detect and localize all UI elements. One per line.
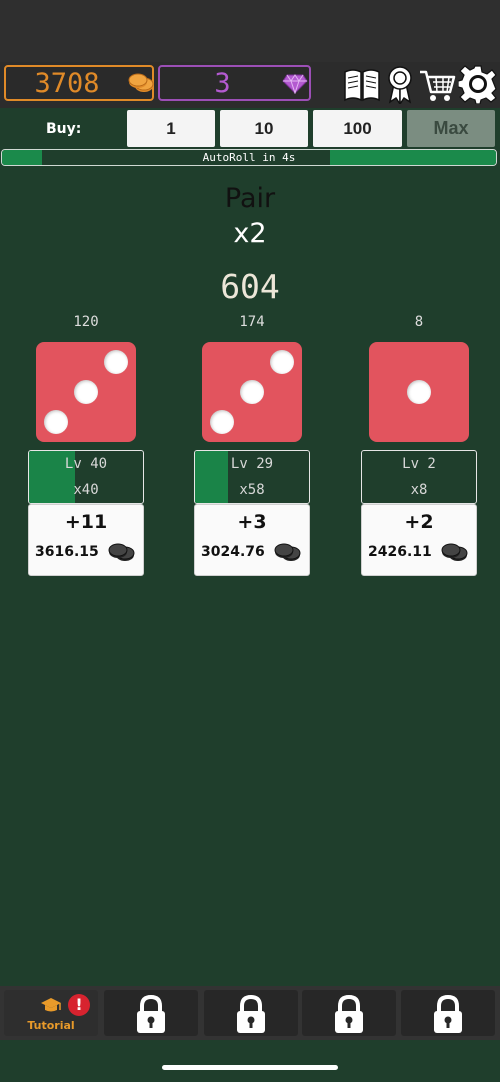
upgrade-amount: +11 <box>64 511 108 533</box>
tab-tutorial-label: Tutorial <box>27 1019 75 1032</box>
die-pip <box>270 350 294 374</box>
die-level: Lv 2 <box>402 456 436 472</box>
buy-100-button[interactable]: 100 <box>313 110 402 147</box>
alert-badge: ! <box>68 994 90 1016</box>
die-pip <box>74 380 98 404</box>
hand-name: Pair <box>224 183 276 214</box>
buy-label: Buy: <box>46 121 82 137</box>
die-value: 8 <box>414 314 424 330</box>
coin-counter: 3708 <box>4 65 154 101</box>
upgrade-button[interactable]: +11 3616.15 <box>28 504 144 576</box>
book-icon[interactable] <box>343 64 381 104</box>
lock-icon <box>335 994 363 1033</box>
upgrade-amount: +3 <box>237 511 267 533</box>
upgrade-amount: +2 <box>404 511 434 533</box>
roll-total: 604 <box>220 267 280 306</box>
shopping-cart-icon[interactable] <box>418 64 456 104</box>
hand-multiplier: x2 <box>233 218 267 249</box>
home-indicator[interactable] <box>162 1065 338 1070</box>
coins-icon <box>128 73 154 92</box>
upgrade-cost: 3616.15 <box>35 544 99 560</box>
home-indicator-area <box>0 1040 500 1082</box>
die-face-three[interactable] <box>36 342 136 442</box>
lock-icon <box>137 994 165 1033</box>
gem-count: 3 <box>214 68 231 99</box>
die-level: Lv 29 <box>230 456 274 472</box>
die-level: Lv 40 <box>64 456 108 472</box>
graduation-cap-icon <box>41 998 61 1012</box>
gem-counter: 3 <box>158 65 311 101</box>
die-pip <box>44 410 68 434</box>
gear-icon[interactable] <box>458 64 498 104</box>
upgrade-cost: 2426.11 <box>368 544 432 560</box>
tab-locked-1[interactable] <box>104 990 198 1036</box>
die-level-box: Lv 29 x58 <box>194 450 310 504</box>
status-bar <box>0 0 500 62</box>
ribbon-award-icon[interactable] <box>386 64 414 104</box>
die-pip <box>240 380 264 404</box>
die-value: 174 <box>239 314 265 330</box>
die-face-one[interactable] <box>369 342 469 442</box>
die-multiplier: x40 <box>73 482 99 498</box>
coins-icon <box>108 543 135 561</box>
lock-icon <box>237 994 265 1033</box>
die-pip <box>104 350 128 374</box>
die-multiplier: x58 <box>239 482 265 498</box>
die-level-box: Lv 40 x40 <box>28 450 144 504</box>
autoroll-label: AutoRoll in 4s <box>202 151 296 164</box>
die-pip <box>210 410 234 434</box>
coins-icon <box>274 543 301 561</box>
coin-count: 3708 <box>34 68 100 99</box>
buy-1-button[interactable]: 1 <box>127 110 215 147</box>
die-level-box: Lv 2 x8 <box>361 450 477 504</box>
tab-locked-4[interactable] <box>401 990 495 1036</box>
die-face-three[interactable] <box>202 342 302 442</box>
autoroll-progress-bar: AutoRoll in 4s <box>1 149 497 166</box>
tab-locked-3[interactable] <box>302 990 396 1036</box>
tab-tutorial[interactable]: Tutorial ! <box>4 990 98 1036</box>
lock-icon <box>434 994 462 1033</box>
upgrade-button[interactable]: +3 3024.76 <box>194 504 310 576</box>
upgrade-button[interactable]: +2 2426.11 <box>361 504 477 576</box>
buy-max-button[interactable]: Max <box>407 110 495 147</box>
upgrade-cost: 3024.76 <box>201 544 265 560</box>
buy-10-button[interactable]: 10 <box>220 110 308 147</box>
coins-icon <box>441 543 468 561</box>
die-multiplier: x8 <box>410 482 428 498</box>
diamond-icon <box>282 74 308 94</box>
tab-locked-2[interactable] <box>204 990 298 1036</box>
die-pip <box>407 380 431 404</box>
die-value: 120 <box>73 314 99 330</box>
